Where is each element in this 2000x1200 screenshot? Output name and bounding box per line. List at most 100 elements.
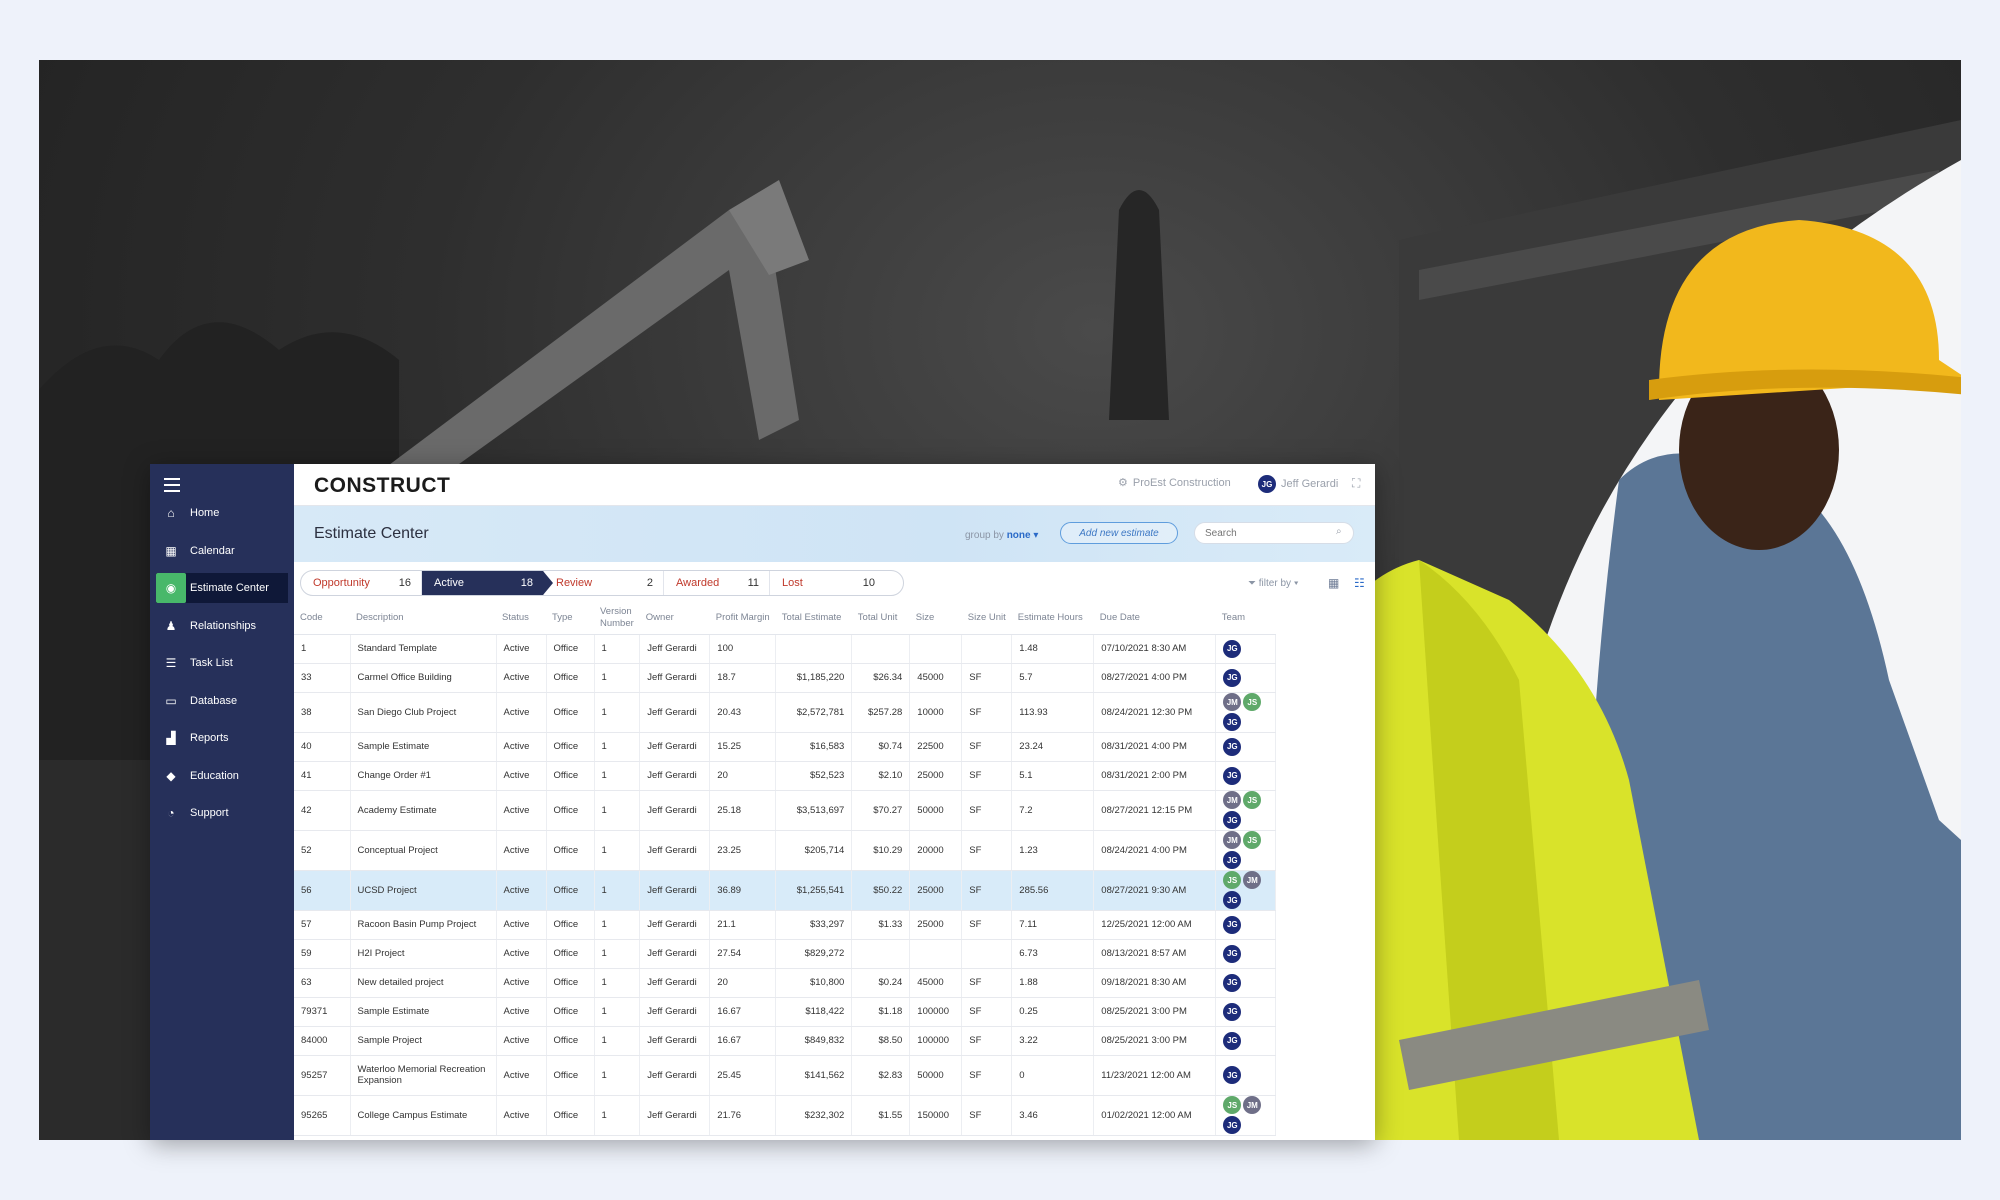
team-avatar[interactable]: JM bbox=[1223, 693, 1242, 711]
table-row[interactable]: 84000 Sample Project Active Office 1 Jeff Ger… bbox=[294, 1026, 1277, 1056]
table-row[interactable]: 52 Conceptual Project Active Office 1 Jeff Ge… bbox=[294, 830, 1277, 871]
sidebar-item-reports[interactable]: ▟ Reports bbox=[156, 723, 288, 753]
team-avatar[interactable]: JG bbox=[1223, 811, 1242, 829]
cell-size: 20000 bbox=[909, 830, 963, 871]
team-avatar[interactable]: JS bbox=[1223, 1096, 1242, 1114]
cell-size-unit: SF bbox=[961, 1026, 1013, 1056]
team-avatar[interactable]: JM bbox=[1223, 831, 1242, 849]
cell-version: 1 bbox=[594, 634, 641, 664]
column-header-description[interactable]: Description bbox=[350, 602, 496, 635]
sidebar-item-task-list[interactable]: ☰ Task List bbox=[156, 648, 288, 678]
column-header-owner[interactable]: Owner bbox=[639, 602, 710, 635]
cell-unit: $0.74 bbox=[851, 732, 911, 762]
sidebar-item-calendar[interactable]: ▦ Calendar bbox=[156, 536, 288, 566]
tab-opportunity[interactable]: Opportunity 16 bbox=[301, 571, 421, 595]
team-avatar[interactable]: JG bbox=[1223, 1066, 1242, 1084]
cell-size: 50000 bbox=[909, 1055, 963, 1096]
hamburger-menu-icon[interactable] bbox=[164, 478, 180, 492]
table-row[interactable]: 95257 Waterloo Memorial Recreation Expans… bbox=[294, 1055, 1277, 1096]
cell-hours: 3.22 bbox=[1011, 1026, 1095, 1056]
team-avatar[interactable]: JS bbox=[1223, 871, 1242, 889]
top-bar: CONSTRUCT ⚙ ProEst Construction JG Jeff … bbox=[294, 464, 1375, 506]
column-header-status[interactable]: Status bbox=[496, 602, 546, 635]
status-tabs: Opportunity 16 Active 18 Review 2 Awarded 11 Los… bbox=[300, 570, 904, 596]
sidebar-item-support[interactable]: ◔ Support bbox=[156, 798, 288, 828]
cell-status: Active bbox=[496, 790, 547, 831]
team-avatar[interactable]: JS bbox=[1243, 791, 1262, 809]
tab-lost[interactable]: Lost 10 bbox=[769, 571, 885, 595]
team-avatar[interactable]: JM bbox=[1223, 791, 1242, 809]
table-row[interactable]: 42 Academy Estimate Active Office 1 Jeff Gera… bbox=[294, 790, 1277, 831]
table-body: 1 Standard Template Active Office 1 Jeff Gera… bbox=[294, 634, 1277, 1136]
team-avatar[interactable]: JS bbox=[1243, 693, 1262, 711]
column-header-total-unit[interactable]: Total Unit bbox=[851, 602, 910, 635]
team-avatar[interactable]: JG bbox=[1223, 766, 1242, 785]
cell-total: $3,513,697 bbox=[775, 790, 853, 831]
sidebar-item-database[interactable]: ▭ Database bbox=[156, 686, 288, 716]
cell-hours: 285.56 bbox=[1011, 870, 1095, 911]
cell-size: 100000 bbox=[909, 997, 963, 1027]
table-row[interactable]: 56 UCSD Project Active Office 1 Jeff Gerardi 3… bbox=[294, 870, 1277, 911]
tab-awarded[interactable]: Awarded 11 bbox=[663, 571, 769, 595]
sidebar-item-home[interactable]: ⌂ Home bbox=[156, 498, 288, 528]
list-view-icon[interactable]: ☷ bbox=[1354, 576, 1365, 590]
cell-due: 07/10/2021 8:30 AM bbox=[1093, 634, 1217, 664]
column-header-code[interactable]: Code bbox=[294, 602, 350, 635]
grid-view-icon[interactable]: ▦ bbox=[1328, 576, 1339, 590]
sidebar-item-estimate-center[interactable]: ◉ Estimate Center bbox=[156, 573, 288, 603]
team-avatars: JG bbox=[1223, 668, 1261, 687]
search-icon[interactable]: ⌕ bbox=[1336, 526, 1342, 537]
team-avatar[interactable]: JG bbox=[1223, 944, 1242, 963]
add-new-estimate-button[interactable]: Add new estimate bbox=[1060, 522, 1178, 544]
column-header-size[interactable]: Size bbox=[909, 602, 962, 635]
filter-by-dropdown[interactable]: ⏷ filter by ▾ bbox=[1248, 578, 1299, 589]
team-avatar[interactable]: JG bbox=[1223, 639, 1242, 658]
team-avatar[interactable]: JG bbox=[1223, 713, 1242, 731]
group-by-dropdown[interactable]: group by none ▾ bbox=[965, 530, 1038, 541]
search-input[interactable] bbox=[1194, 522, 1354, 544]
table-row[interactable]: 79371 Sample Estimate Active Office 1 Jeff Ge… bbox=[294, 997, 1277, 1027]
team-avatar[interactable]: JG bbox=[1223, 915, 1242, 934]
cell-team: JG bbox=[1215, 761, 1277, 791]
cell-margin: 20 bbox=[709, 968, 777, 998]
team-avatar[interactable]: JG bbox=[1223, 891, 1242, 909]
column-header-estimate-hours[interactable]: Estimate Hours bbox=[1011, 602, 1094, 635]
tab-active[interactable]: Active 18 bbox=[421, 571, 553, 595]
table-row[interactable]: 41 Change Order #1 Active Office 1 Jeff Gerar… bbox=[294, 761, 1277, 791]
team-avatar[interactable]: JS bbox=[1243, 831, 1262, 849]
column-header-version-number[interactable]: Version Number bbox=[594, 602, 640, 635]
cell-owner: Jeff Gerardi bbox=[639, 1095, 711, 1136]
sidebar-item-education[interactable]: ◆ Education bbox=[156, 761, 288, 791]
user-menu[interactable]: JG Jeff Gerardi bbox=[1258, 475, 1338, 493]
table-row[interactable]: 59 H2I Project Active Office 1 Jeff Gerardi 27… bbox=[294, 939, 1277, 969]
column-header-size-unit[interactable]: Size Unit bbox=[961, 602, 1012, 635]
team-avatar[interactable]: JG bbox=[1223, 973, 1242, 992]
team-avatar[interactable]: JG bbox=[1223, 851, 1242, 869]
column-header-due-date[interactable]: Due Date bbox=[1093, 602, 1216, 635]
team-avatar[interactable]: JM bbox=[1243, 1096, 1262, 1114]
estimates-table: Code Description Status Type Version Number O… bbox=[294, 602, 1277, 1136]
fullscreen-icon[interactable]: ⛶ bbox=[1352, 476, 1360, 491]
tab-review[interactable]: Review 2 bbox=[543, 571, 663, 595]
column-header-type[interactable]: Type bbox=[546, 602, 594, 635]
table-row[interactable]: 63 New detailed project Active Office 1 Jeff … bbox=[294, 968, 1277, 998]
table-row[interactable]: 38 San Diego Club Project Active Office 1 Jef… bbox=[294, 692, 1277, 733]
sidebar-item-relationships[interactable]: ♟ Relationships bbox=[156, 611, 288, 641]
team-avatar[interactable]: JM bbox=[1243, 871, 1262, 889]
team-avatar[interactable]: JG bbox=[1223, 1002, 1242, 1021]
cell-owner: Jeff Gerardi bbox=[639, 761, 711, 791]
company-selector[interactable]: ⚙ ProEst Construction bbox=[1118, 476, 1231, 490]
team-avatar[interactable]: JG bbox=[1223, 1031, 1242, 1050]
table-row[interactable]: 40 Sample Estimate Active Office 1 Jeff Gerar… bbox=[294, 732, 1277, 762]
column-header-profit-margin[interactable]: Profit Margin bbox=[709, 602, 776, 635]
table-row[interactable]: 95265 College Campus Estimate Active Office… bbox=[294, 1095, 1277, 1136]
team-avatar[interactable]: JG bbox=[1223, 737, 1242, 756]
column-header-total-estimate[interactable]: Total Estimate bbox=[775, 602, 852, 635]
table-row[interactable]: 33 Carmel Office Building Active Office 1 Jef… bbox=[294, 663, 1277, 693]
team-avatar[interactable]: JG bbox=[1223, 1116, 1242, 1134]
table-row[interactable]: 1 Standard Template Active Office 1 Jeff Gera… bbox=[294, 634, 1277, 664]
table-row[interactable]: 57 Racoon Basin Pump Project Active Office 1… bbox=[294, 910, 1277, 940]
team-avatar[interactable]: JG bbox=[1223, 668, 1242, 687]
cell-hours: 5.1 bbox=[1011, 761, 1095, 791]
column-header-team[interactable]: Team bbox=[1215, 602, 1276, 635]
